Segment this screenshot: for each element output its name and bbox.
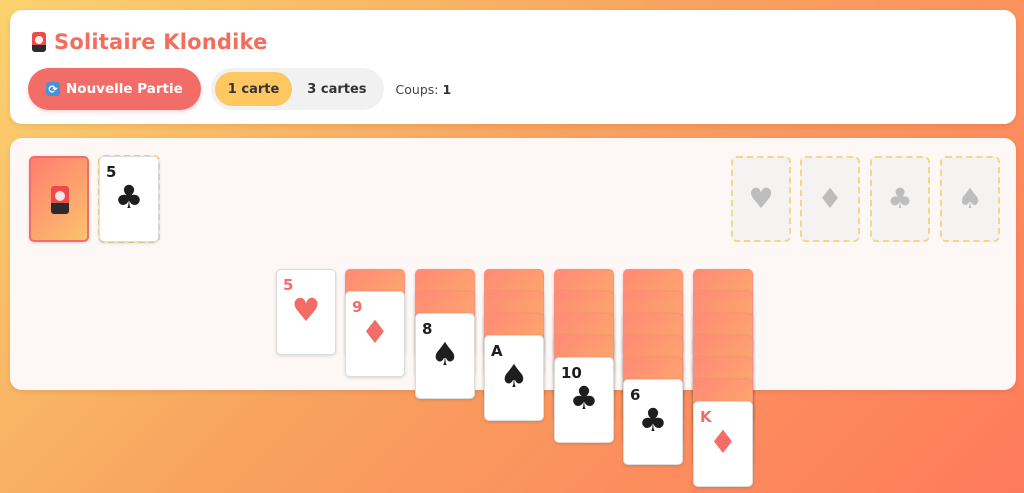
tableau-card[interactable]: A ♠ — [484, 335, 544, 421]
heart-icon: ♥ — [291, 291, 321, 329]
moves-value: 1 — [442, 81, 452, 97]
title-text: Solitaire Klondike — [54, 30, 268, 54]
card-back-icon — [51, 186, 69, 214]
new-game-button[interactable]: ⟳ Nouvelle Partie — [28, 68, 201, 110]
foundation-clubs[interactable]: ♣ — [870, 156, 930, 242]
spade-icon: ♠ — [957, 182, 983, 215]
foundation-spades[interactable]: ♠ — [940, 156, 1000, 242]
tableau-card[interactable]: K ♦ — [693, 401, 753, 487]
tableau-card[interactable]: 8 ♠ — [415, 313, 475, 399]
waste-card[interactable]: 5 ♣ — [99, 156, 159, 242]
moves-counter: Coups: 1 — [396, 82, 452, 97]
card-icon — [32, 32, 46, 52]
club-icon: ♣ — [569, 379, 599, 417]
diamond-icon: ♦ — [708, 423, 738, 461]
foundation-hearts[interactable]: ♥ — [731, 156, 791, 242]
tableau-card[interactable]: 6 ♣ — [623, 379, 683, 465]
diamond-icon: ♦ — [360, 313, 390, 351]
spade-icon: ♠ — [430, 335, 460, 373]
refresh-icon: ⟳ — [46, 82, 60, 96]
heart-icon: ♥ — [748, 182, 774, 215]
stock-pile[interactable] — [29, 156, 89, 242]
page-title: Solitaire Klondike — [32, 30, 268, 54]
tableau-card[interactable]: 9 ♦ — [345, 291, 405, 377]
tableau-card[interactable]: 5 ♥ — [276, 269, 336, 355]
diamond-icon: ♦ — [817, 182, 843, 215]
mode-3-cards-button[interactable]: 3 cartes — [294, 72, 379, 106]
foundation-diamonds[interactable]: ♦ — [800, 156, 860, 242]
club-icon: ♣ — [114, 178, 144, 216]
club-icon: ♣ — [887, 182, 913, 215]
header-panel: Solitaire Klondike ⟳ Nouvelle Partie 1 c… — [10, 10, 1016, 124]
new-game-label: Nouvelle Partie — [66, 81, 183, 97]
tableau-card[interactable]: 10 ♣ — [554, 357, 614, 443]
moves-label: Coups: — [395, 81, 439, 97]
mode-1-card-button[interactable]: 1 carte — [214, 72, 293, 106]
club-icon: ♣ — [638, 401, 668, 439]
spade-icon: ♠ — [499, 357, 529, 395]
controls-bar: ⟳ Nouvelle Partie 1 carte 3 cartes Coups… — [28, 68, 451, 110]
draw-mode-toggle: 1 carte 3 cartes — [210, 68, 384, 110]
